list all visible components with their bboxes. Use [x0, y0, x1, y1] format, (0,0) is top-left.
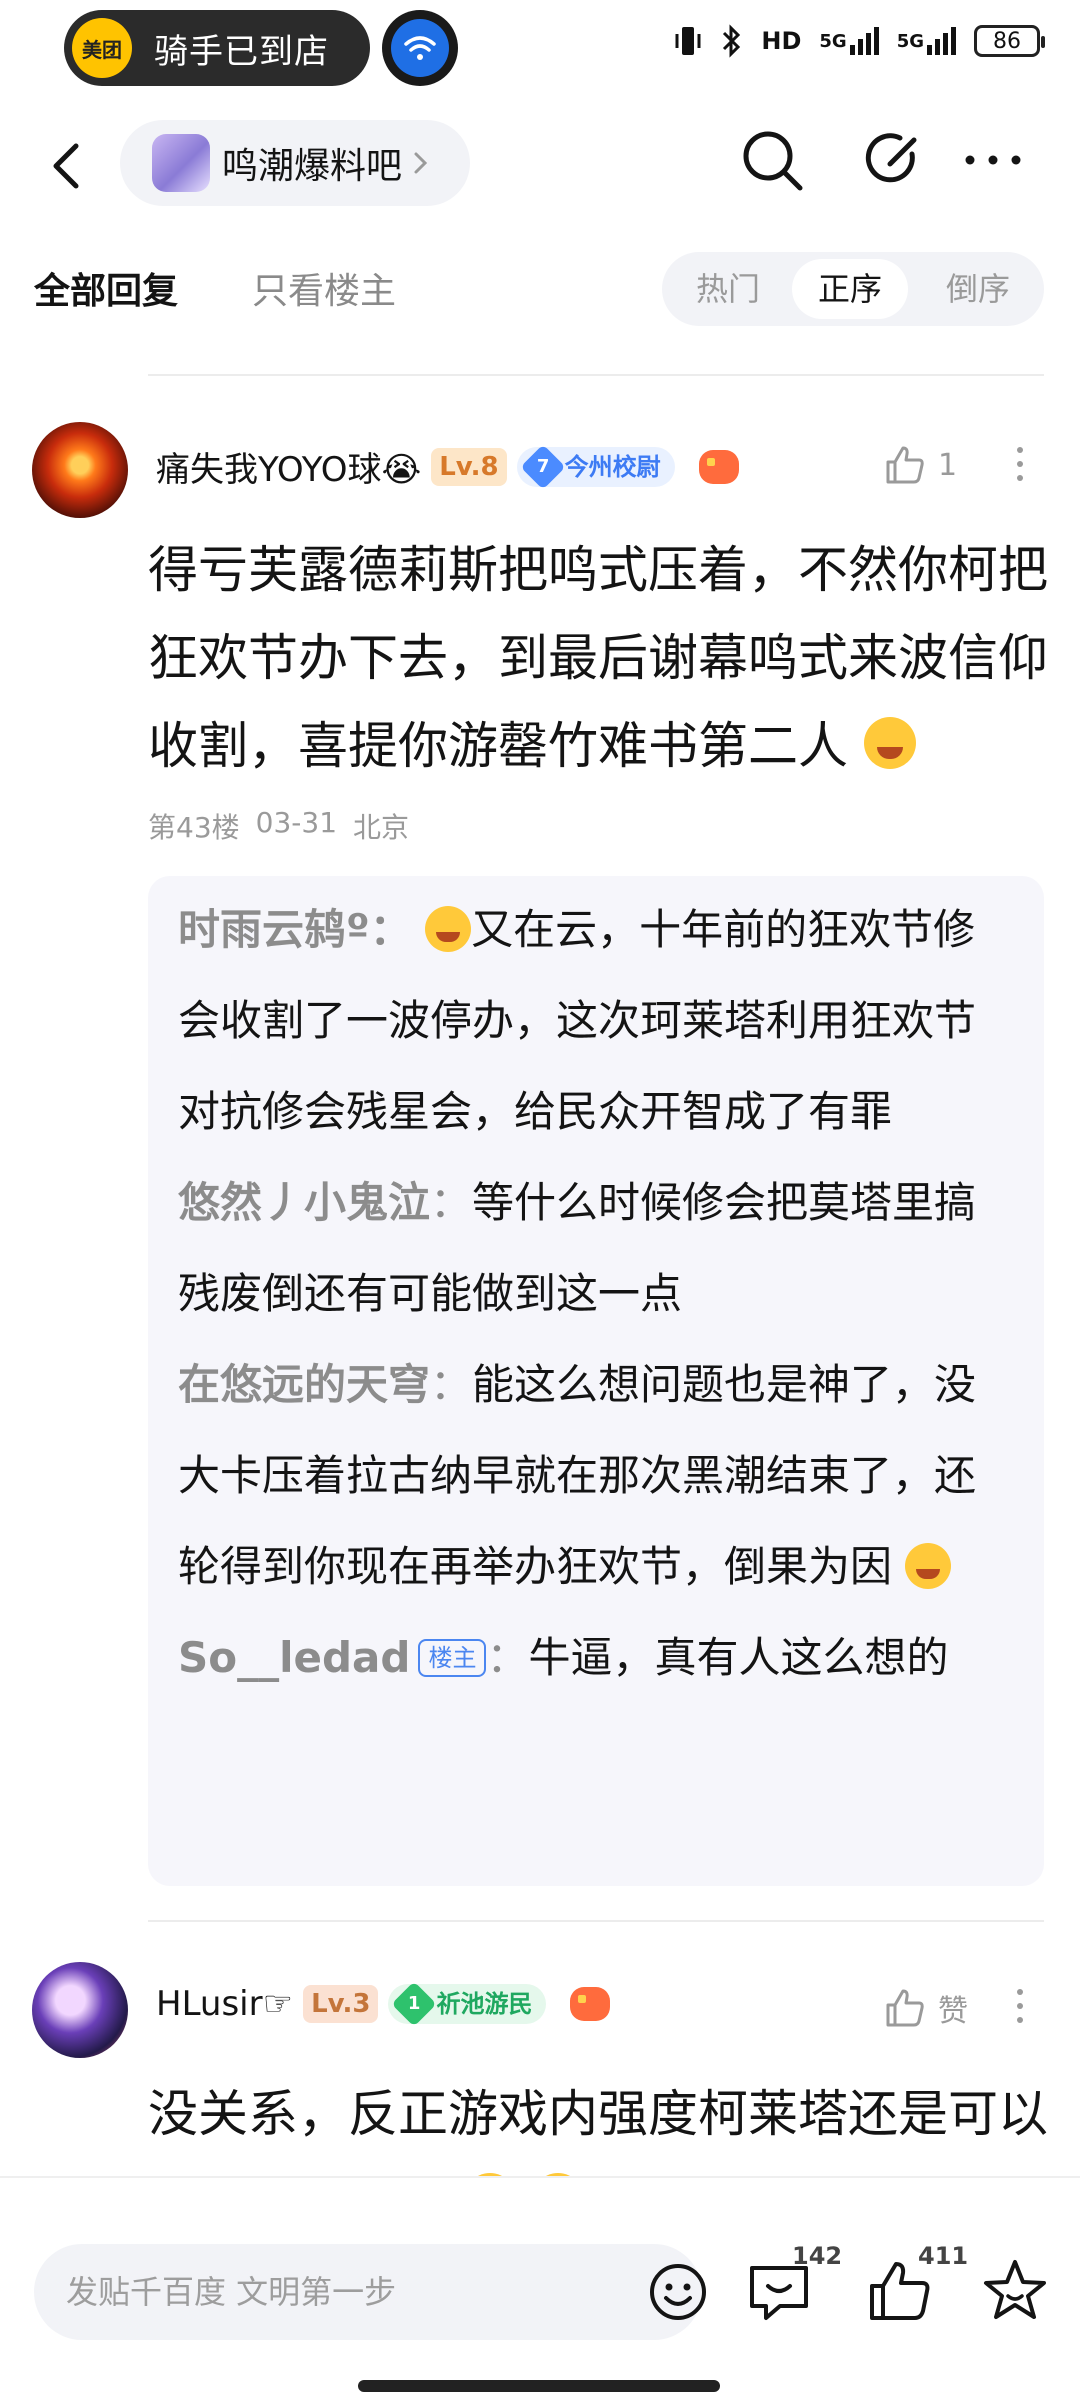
kebab-icon[interactable] [1010, 444, 1030, 484]
sub-reply: 时雨云鸫º： 又在云，十年前的狂欢节修会收割了一波停办，这次珂莱塔利用狂欢节对抗… [178, 905, 977, 1136]
sub-replies[interactable]: 时雨云鸫º： 又在云，十年前的狂欢节修会收割了一波停办，这次珂莱塔利用狂欢节对抗… [148, 876, 1044, 1886]
home-indicator[interactable] [358, 2380, 720, 2392]
chevron-right-icon [414, 152, 428, 174]
like-button[interactable]: 赞 [884, 1986, 968, 2030]
divider [148, 1920, 1044, 1922]
user-info: 痛失我YOYO球😭 Lv.8 7 今州校尉 [156, 442, 739, 491]
like-button[interactable]: 1 [884, 444, 957, 486]
wifi-bubble[interactable] [382, 10, 458, 86]
level-badge: Lv.3 [303, 1985, 379, 2023]
reply-author[interactable]: 在悠远的天穹 [178, 1360, 430, 1409]
post-body: 得亏芙露德莉斯把鸣式压着，不然你柯把狂欢节办下去，到最后谢幕鸣式来波信仰收割，喜… [148, 526, 1048, 790]
back-button[interactable] [40, 134, 100, 198]
delivery-status-text: 骑手已到店 [154, 31, 329, 72]
sub-reply: So__ledad 楼主 ：牛逼，真有人这么想的 [178, 1633, 949, 1682]
sort-hot[interactable]: 热门 [670, 259, 786, 319]
vibrate-icon [673, 24, 703, 58]
gem-icon: 7 [519, 443, 566, 490]
reply-text: 牛逼，真有人这么想的 [528, 1633, 949, 1682]
post-meta: 第43楼 03-31 北京 [148, 806, 409, 846]
title-text: 祈池游民 [436, 1990, 533, 2018]
battery-indicator: 86 [974, 25, 1045, 57]
level-badge: Lv.8 [431, 447, 507, 486]
like-count: 1 [938, 447, 958, 483]
like-label: 赞 [938, 1994, 968, 2029]
star-icon[interactable] [980, 2256, 1050, 2326]
signal-2-icon: 5G [897, 27, 956, 55]
username[interactable]: HLusir☞ [156, 1984, 293, 2024]
username[interactable]: 痛失我YOYO球😭 [156, 442, 421, 491]
reply-tabs: 全部回复 只看楼主 热门 正序 倒序 [0, 232, 1080, 342]
reply-input-box[interactable] [34, 2244, 706, 2340]
owner-tag: 楼主 [418, 1639, 487, 1677]
gamepad-icon [570, 1987, 611, 2021]
gem-icon: 1 [391, 1981, 438, 2027]
reply-author[interactable]: 时雨云鸫º [178, 905, 370, 954]
meituan-logo: 美团 [72, 18, 132, 78]
gamepad-icon [698, 449, 739, 484]
sub-reply: 悠然丿小鬼泣：等什么时候修会把莫塔里搞残废倒还有可能做到这一点 [178, 1178, 977, 1318]
reply-author[interactable]: So__ledad [178, 1633, 410, 1682]
thumbs-up-icon [886, 1989, 924, 2027]
sort-descending[interactable]: 倒序 [920, 259, 1036, 319]
reply-author[interactable]: 悠然丿小鬼泣 [178, 1178, 430, 1227]
hd-badge: HD [761, 27, 802, 55]
thinking-emoji-icon [905, 1543, 952, 1589]
user-info: HLusir☞ Lv.3 1 祈池游民 [156, 1981, 611, 2027]
system-icons: HD 5G 5G 86 [673, 24, 1045, 58]
like-count: 411 [918, 2242, 969, 2270]
search-button[interactable] [740, 128, 806, 194]
wifi-icon [391, 19, 449, 77]
comment-count: 142 [792, 2242, 843, 2270]
forum-header: 鸣潮爆料吧 [0, 110, 1080, 220]
post-date: 03-31 [255, 806, 338, 839]
emoji-icon[interactable] [646, 2260, 710, 2324]
search-icon [743, 131, 803, 191]
avatar[interactable] [32, 422, 128, 518]
divider [148, 374, 1044, 376]
forum-name: 鸣潮爆料吧 [222, 146, 403, 187]
reply-input[interactable] [66, 2244, 606, 2340]
forum-avatar [152, 134, 210, 192]
grin-emoji-icon [425, 906, 472, 952]
back-icon [53, 143, 79, 189]
kebab-icon[interactable] [1010, 1986, 1030, 2026]
sort-ascending[interactable]: 正序 [792, 259, 908, 319]
title-text: 今州校尉 [564, 452, 661, 481]
tab-owner-only[interactable]: 只看楼主 [252, 262, 396, 314]
floor-number: 第43楼 [148, 811, 240, 844]
bottom-bar: 142 411 [0, 2176, 1080, 2408]
more-icon [965, 155, 1021, 165]
edit-button[interactable] [862, 128, 926, 192]
sub-reply: 在悠远的天穹：能这么想问题也是神了，没大卡压着拉古纳早就在那次黑潮结束了，还轮得… [178, 1360, 977, 1591]
avatar[interactable] [32, 1962, 128, 2058]
tab-all-replies[interactable]: 全部回复 [34, 262, 178, 314]
sort-toggle: 热门 正序 倒序 [662, 252, 1044, 326]
status-bar: 美团 骑手已到店 HD 5G 5G 86 [0, 0, 1080, 96]
post-location: 北京 [353, 811, 410, 844]
delivery-status-pill[interactable]: 美团 骑手已到店 [64, 10, 370, 86]
more-button[interactable] [958, 130, 1028, 190]
signal-1-icon: 5G [819, 27, 879, 55]
bluetooth-icon [721, 24, 743, 58]
edit-icon [865, 133, 917, 183]
grin-emoji-icon [863, 717, 916, 769]
title-badge: 7 今州校尉 [516, 443, 675, 490]
title-badge: 1 祈池游民 [388, 1981, 547, 2027]
forum-chip[interactable]: 鸣潮爆料吧 [120, 120, 470, 206]
thumbs-up-icon [886, 446, 924, 484]
